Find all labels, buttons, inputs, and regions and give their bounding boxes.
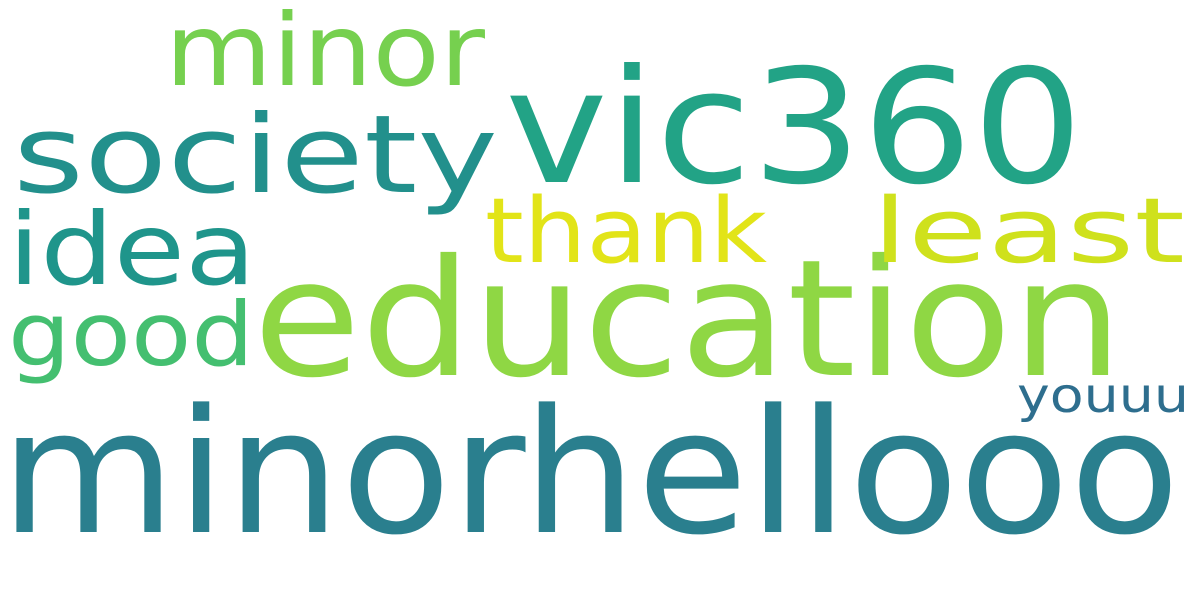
word-least: least — [872, 179, 1185, 284]
word-good: good — [8, 283, 254, 386]
word-youuu: youuu — [1017, 368, 1189, 424]
word-minor: minor — [165, 0, 486, 109]
word-cloud: minorhellooo education vic360 society mi… — [0, 0, 1200, 600]
word-thank: thank — [485, 179, 767, 284]
